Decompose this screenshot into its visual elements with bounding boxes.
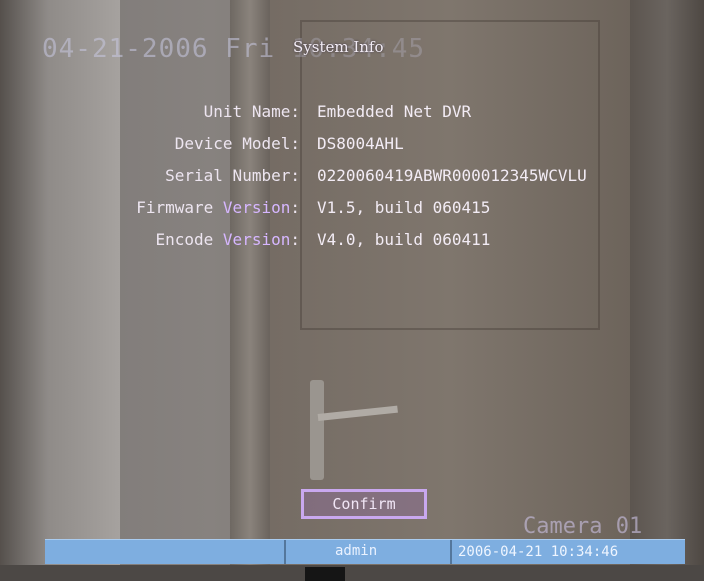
info-value: V4.0, build 060411 (317, 230, 491, 249)
info-value: Embedded Net DVR (317, 102, 472, 121)
osd-date-text: 04-21-2006 Fri (42, 34, 276, 64)
info-row-unit-name: Unit Name: Embedded Net DVR (0, 102, 704, 126)
status-bar: admin 2006-04-21 10:34:46 (45, 539, 685, 564)
osd-overlay: 04-21-2006 Fri 10:34:45 System Info Unit… (0, 0, 704, 581)
dialog-title: System Info (293, 38, 384, 56)
info-row-device-model: Device Model: DS8004AHL (0, 134, 704, 158)
info-value: V1.5, build 060415 (317, 198, 491, 217)
info-row-firmware-version: Firmware Version: V1.5, build 060415 (0, 198, 704, 222)
status-bar-divider (284, 540, 286, 564)
info-label: Device Model: (174, 134, 300, 153)
info-value: 0220060419ABWR000012345WCVLU (317, 166, 587, 185)
confirm-button[interactable]: Confirm (301, 489, 427, 519)
status-datetime: 2006-04-21 10:34:46 (450, 540, 685, 564)
info-label: Encode Version: (155, 230, 300, 249)
camera-label: Camera 01 (523, 514, 643, 539)
info-label: Unit Name: (203, 102, 300, 121)
info-value: DS8004AHL (317, 134, 404, 153)
info-row-encode-version: Encode Version: V4.0, build 060411 (0, 230, 704, 254)
current-user: admin (335, 543, 378, 559)
info-label: Firmware Version: (136, 198, 300, 217)
info-row-serial-number: Serial Number: 0220060419ABWR000012345WC… (0, 166, 704, 190)
info-label: Serial Number: (165, 166, 300, 185)
